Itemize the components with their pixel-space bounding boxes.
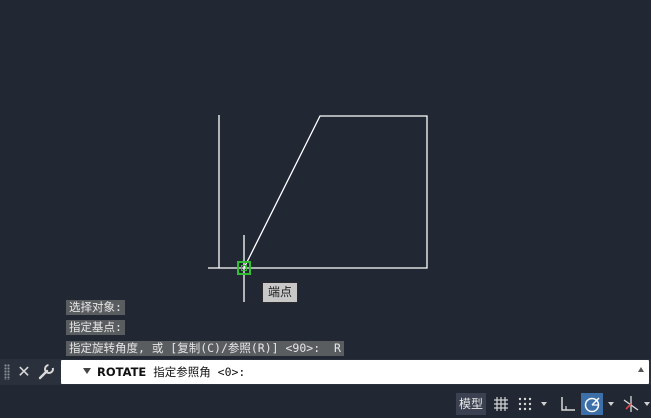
drawing-viewport[interactable]: 端点 选择对象: 指定基点: 指定旋转角度, 或 [复制(C)/参照(R)] <…: [0, 0, 651, 356]
recent-commands-dropdown-icon[interactable]: [83, 368, 91, 374]
command-name: ROTATE: [97, 365, 147, 379]
command-line-bar: ✕ ROTATE 指定参照角 <0>:: [0, 359, 651, 385]
status-bar: 模型: [0, 390, 651, 418]
ortho-icon[interactable]: [557, 393, 579, 415]
polar-tracking-icon[interactable]: [581, 393, 603, 415]
command-input[interactable]: ROTATE 指定参照角 <0>:: [61, 360, 649, 384]
grid-icon[interactable]: [490, 393, 512, 415]
snap-dropdown-icon[interactable]: [540, 393, 548, 415]
command-prompt-text: ROTATE 指定参照角 <0>:: [97, 360, 245, 384]
isodraft-dropdown-icon[interactable]: [643, 393, 651, 415]
wrench-icon[interactable]: [36, 363, 56, 381]
snap-grid-icon[interactable]: [514, 393, 536, 415]
history-scroll-up-icon[interactable]: [638, 367, 644, 372]
drag-grip-icon[interactable]: [4, 364, 10, 380]
command-prompt: 指定参照角 <0>:: [146, 365, 246, 379]
model-space-button[interactable]: 模型: [456, 393, 486, 415]
isodraft-icon[interactable]: [620, 393, 642, 415]
history-line: 指定旋转角度, 或 [复制(C)/参照(R)] <90>: R: [66, 341, 344, 356]
history-line: 指定基点:: [66, 320, 125, 335]
drawing-object-polyline[interactable]: [243, 115, 428, 269]
osnap-tooltip: 端点: [262, 282, 299, 303]
polar-dropdown-icon[interactable]: [607, 393, 615, 415]
history-line: 选择对象:: [66, 300, 125, 315]
close-icon[interactable]: ✕: [15, 361, 33, 383]
